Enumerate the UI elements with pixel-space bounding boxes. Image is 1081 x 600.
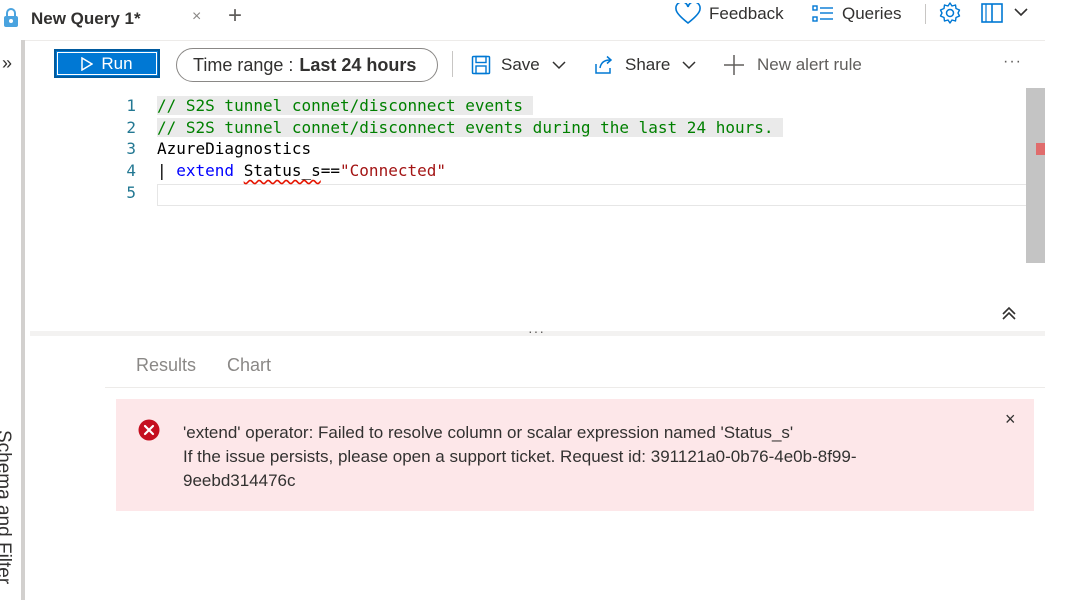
- new-alert-rule-button[interactable]: New alert rule: [723, 53, 862, 77]
- error-line: 'extend' operator: Failed to resolve col…: [183, 423, 794, 442]
- time-range-value: Last 24 hours: [299, 54, 417, 75]
- error-line: If the issue persists, please open a sup…: [183, 447, 857, 466]
- line-number: 5: [126, 183, 136, 202]
- code-line: 2 // S2S tunnel connet/disconnect events…: [30, 118, 1045, 139]
- code-error-identifier: Status_s: [243, 161, 321, 180]
- list-icon: [812, 5, 833, 22]
- play-icon: [81, 56, 94, 71]
- chevron-down-icon[interactable]: [1013, 4, 1029, 20]
- collapse-editor-icon[interactable]: [999, 303, 1019, 323]
- queries-label: Queries: [842, 4, 902, 23]
- tab-new-query[interactable]: New Query 1* ×: [0, 0, 215, 36]
- error-icon: [138, 419, 160, 441]
- share-button[interactable]: Share: [593, 53, 696, 77]
- book-icon[interactable]: [980, 1, 1004, 25]
- tab-title: New Query 1*: [31, 9, 141, 28]
- line-number: 3: [126, 139, 136, 158]
- close-icon[interactable]: ×: [1005, 409, 1016, 430]
- save-button[interactable]: Save: [471, 53, 566, 77]
- run-button[interactable]: Run: [54, 49, 160, 78]
- queries-button[interactable]: Queries: [812, 0, 902, 28]
- line-number: 4: [126, 161, 136, 180]
- query-editor[interactable]: 1 // S2S tunnel connet/disconnect events…: [30, 88, 1045, 331]
- save-icon: [471, 55, 491, 75]
- code-keyword: extend: [176, 161, 235, 180]
- feedback-label: Feedback: [709, 4, 784, 23]
- code-table-name: AzureDiagnostics: [157, 139, 312, 158]
- gear-icon[interactable]: [938, 1, 962, 25]
- line-number: 1: [126, 96, 136, 115]
- editor-scrollbar[interactable]: [1026, 88, 1045, 263]
- splitter-grip[interactable]: ···: [528, 323, 545, 339]
- code-comment: // S2S tunnel connet/disconnect events: [157, 96, 533, 115]
- more-options-icon[interactable]: ···: [1003, 53, 1022, 71]
- error-banner: 'extend' operator: Failed to resolve col…: [116, 399, 1034, 511]
- code-line: 4 | extend Status_s=="Connected": [30, 161, 1045, 182]
- schema-filter-label: Schema and Filter: [0, 430, 14, 585]
- tab-results[interactable]: Results: [136, 355, 196, 376]
- code-comment: // S2S tunnel connet/disconnect events d…: [157, 118, 784, 137]
- lock-query-icon: [4, 8, 18, 27]
- tab-chart[interactable]: Chart: [227, 355, 271, 376]
- code-pipe: |: [157, 161, 177, 180]
- code-line: 5: [30, 183, 1045, 204]
- command-bar: Run Time range : Last 24 hours Save Shar…: [25, 40, 1045, 88]
- new-alert-rule-label: New alert rule: [757, 55, 862, 74]
- error-message: 'extend' operator: Failed to resolve col…: [183, 421, 913, 493]
- code-line: 3 AzureDiagnostics: [30, 139, 1045, 160]
- expand-panel-icon[interactable]: »: [2, 54, 12, 72]
- code-string: "Connected": [340, 161, 446, 180]
- plus-icon: [724, 55, 744, 75]
- line-number: 2: [126, 118, 136, 137]
- share-icon: [595, 55, 613, 74]
- share-label: Share: [625, 55, 671, 74]
- code-operator: ==: [320, 161, 341, 180]
- tab-close-icon[interactable]: ×: [192, 8, 201, 26]
- run-label: Run: [101, 53, 133, 73]
- error-line: 9eebd314476c: [183, 471, 296, 490]
- code-line: 1 // S2S tunnel connet/disconnect events: [30, 96, 1045, 117]
- time-range-picker[interactable]: Time range : Last 24 hours: [176, 48, 438, 82]
- schema-filter-panel[interactable]: » Schema and Filter: [0, 40, 25, 600]
- error-scroll-marker: [1036, 143, 1045, 155]
- tab-bar: New Query 1* × + Feedback Queries: [0, 0, 1081, 40]
- new-tab-button[interactable]: +: [228, 2, 242, 30]
- code-statement: | extend Status_s=="Connected": [157, 161, 446, 180]
- chevron-down-icon: [682, 61, 696, 70]
- save-label: Save: [501, 55, 540, 74]
- toolbar-divider: [452, 51, 453, 77]
- log-analytics-query-editor: New Query 1* × + Feedback Queries » Sche…: [0, 0, 1081, 600]
- feedback-button[interactable]: Feedback: [675, 0, 784, 28]
- heart-icon: [675, 3, 701, 25]
- chevron-down-icon: [552, 61, 566, 70]
- header-divider: [925, 4, 926, 24]
- results-tabs: Results Chart: [105, 353, 1045, 388]
- time-range-label: Time range :: [193, 54, 294, 75]
